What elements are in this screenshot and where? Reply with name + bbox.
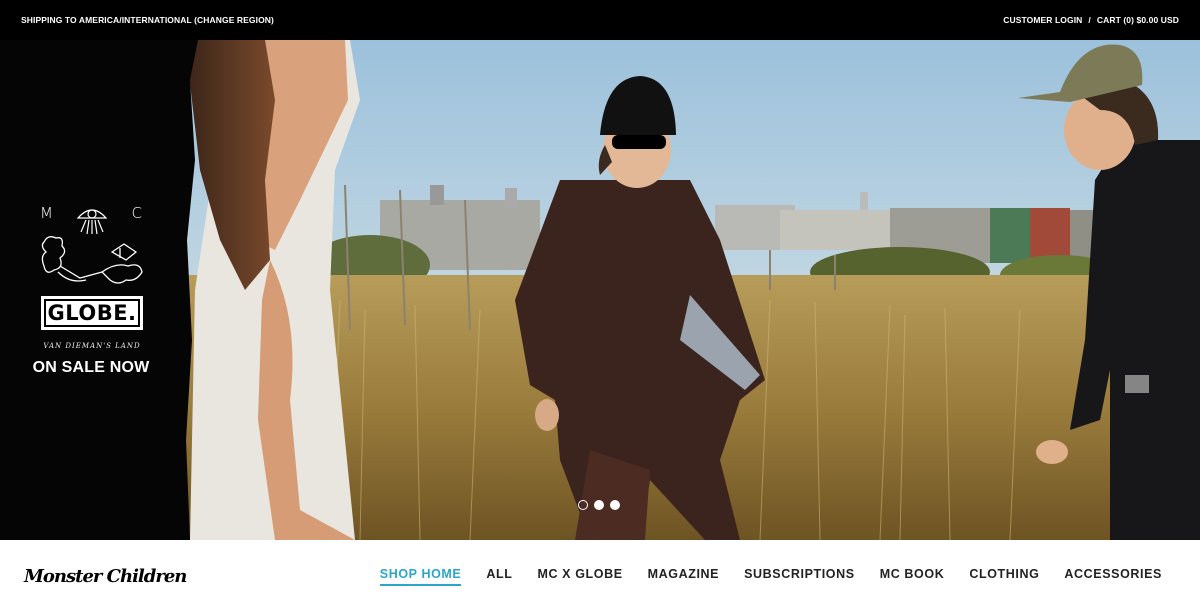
nav-item-accessories[interactable]: ACCESSORIES [1064,567,1162,586]
cart-link[interactable]: CART (0) $0.00 USD [1097,15,1179,25]
carousel-dot-1[interactable] [578,500,588,510]
carousel-dot-2[interactable] [594,500,604,510]
nav-item-mc-book[interactable]: MC BOOK [880,567,945,586]
mc-letter-m: M [40,204,53,222]
hero-banner[interactable]: M C GLOBE. VAN DIEMAN'S LAND ON SALE NOW [0,40,1200,540]
mc-letter-c: C [131,204,142,222]
nav-item-mc-x-globe[interactable]: MC X GLOBE [537,567,622,586]
nav-item-shop-home[interactable]: SHOP HOME [379,567,462,586]
main-nav: Monster Children SHOP HOME ALL MC X GLOB… [0,540,1200,613]
hands-illustration-icon [41,236,143,284]
change-region-link[interactable]: SHIPPING TO AMERICA/INTERNATIONAL (CHANG… [21,15,274,25]
nav-menu: SHOP HOME ALL MC X GLOBE MAGAZINE SUBSCR… [379,567,1162,586]
top-bar: SHIPPING TO AMERICA/INTERNATIONAL (CHANG… [0,0,1200,40]
brand-logo[interactable]: Monster Children [24,566,187,587]
nav-item-subscriptions[interactable]: SUBSCRIPTIONS [744,567,855,586]
nav-item-all[interactable]: ALL [486,567,512,586]
account-links: CUSTOMER LOGIN / CART (0) $0.00 USD [1003,15,1179,25]
promo-panel[interactable]: M C GLOBE. VAN DIEMAN'S LAND ON SALE NOW [0,40,190,540]
nav-item-magazine[interactable]: MAGAZINE [648,567,719,586]
on-sale-now-cta[interactable]: ON SALE NOW [30,359,152,377]
collection-subline: VAN DIEMAN'S LAND [43,342,141,350]
separator: / [1088,15,1091,25]
carousel-dot-3[interactable] [610,500,620,510]
customer-login-link[interactable]: CUSTOMER LOGIN [1003,15,1082,25]
globe-logo[interactable]: GLOBE. [41,296,143,330]
nav-item-clothing[interactable]: CLOTHING [969,567,1039,586]
carousel-dots [578,500,620,510]
